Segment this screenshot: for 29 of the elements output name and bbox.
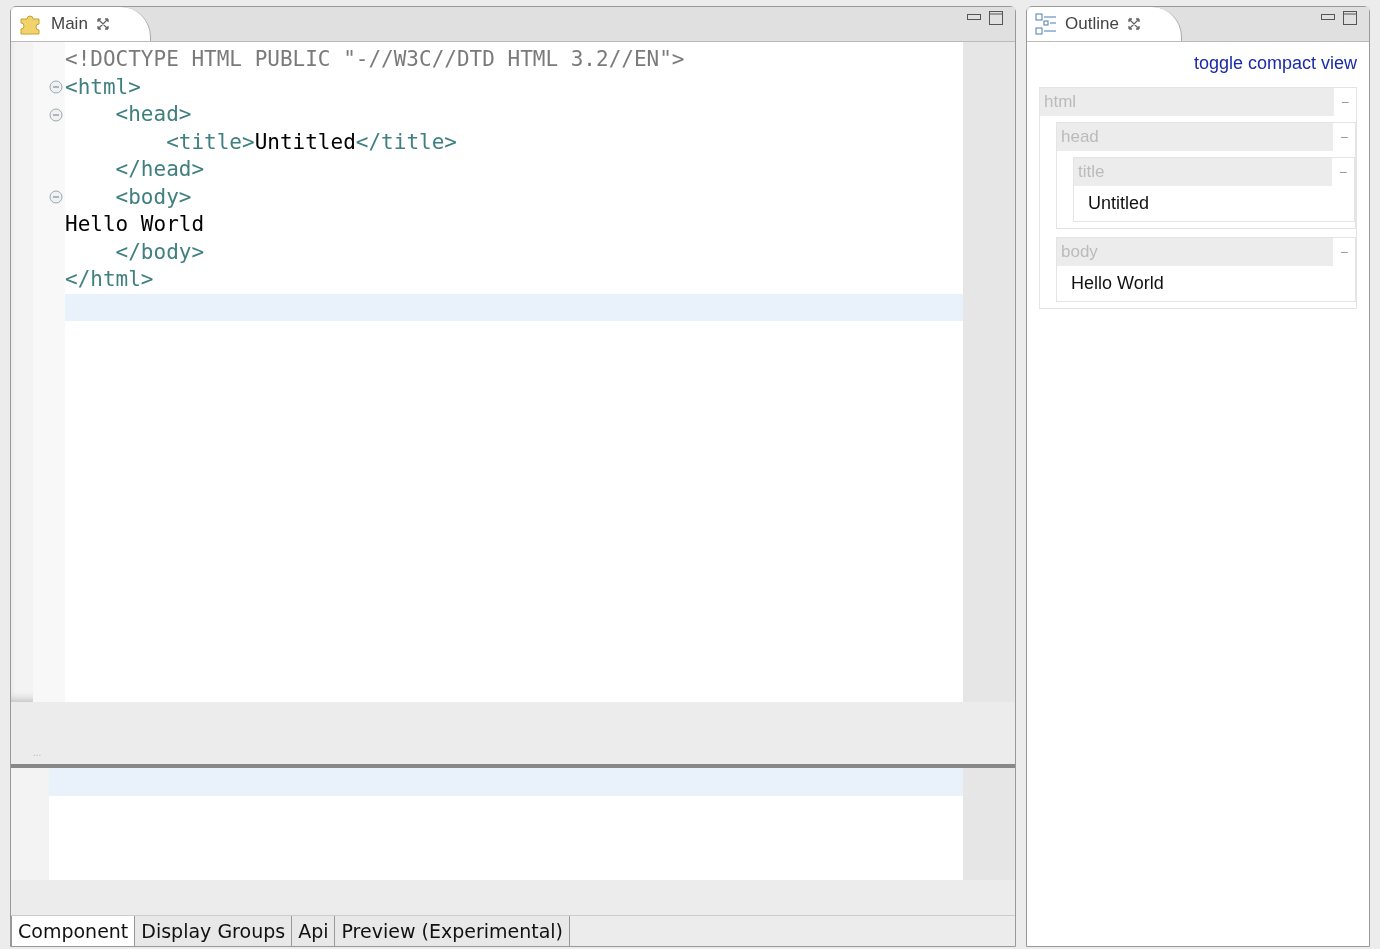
code-text: <title> [165,128,255,156]
sash-dots: ... [33,746,42,760]
node-content: Untitled [1088,193,1150,213]
code-text: </html> [65,266,154,293]
bottom-tab[interactable]: Api [292,916,336,946]
code-text: </title> [355,128,457,156]
close-icon[interactable] [95,17,110,31]
bottom-tab[interactable]: Preview (Experimental) [335,916,570,946]
outline-icon [1035,13,1057,35]
bottom-tab[interactable]: Component [11,916,136,946]
node-content: Hello World [1071,273,1164,293]
maximize-icon[interactable] [989,11,1003,25]
code-text: </head> [114,156,205,183]
puzzle-icon [19,13,43,35]
code-text: <head> [114,101,192,128]
bottom-tab[interactable]: Display Groups [135,916,293,946]
code-text: Untitled [254,128,356,156]
editor-tab[interactable]: Main [11,7,151,41]
code-text: <html> [65,73,141,101]
code-text: <body> [114,183,192,211]
minimize-icon[interactable] [1321,14,1335,22]
code-text: <!DOCTYPE HTML PUBLIC "-//W3C//DTD HTML 3.2//EN"> [65,46,685,73]
code-text: Hello World [65,211,205,238]
minimize-icon[interactable] [967,14,981,22]
toggle-compact-link[interactable]: toggle compact view [1193,50,1357,77]
maximize-icon[interactable] [1343,11,1357,25]
outline-tab[interactable]: Outline [1027,7,1182,41]
close-icon[interactable] [1126,17,1141,31]
code-text: </body> [114,238,205,266]
